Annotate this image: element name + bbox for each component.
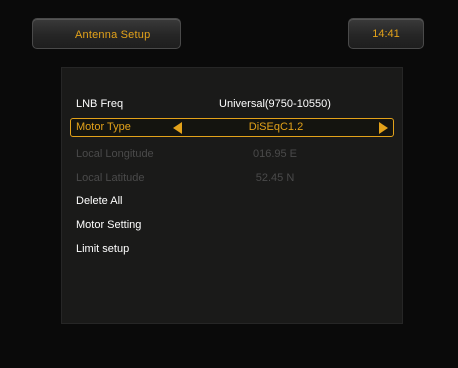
menu-row-motor-setting[interactable]: Motor Setting	[62, 216, 402, 236]
page-title: Antenna Setup	[75, 29, 151, 41]
menu-row-limit-setup[interactable]: Limit setup	[62, 240, 402, 260]
menu-row-motor-type[interactable]: Motor Type DiSEqC1.2	[70, 118, 394, 137]
arrow-right-icon[interactable]	[379, 122, 388, 134]
limit-setup-label: Limit setup	[76, 243, 130, 255]
menu-row-local-latitude: Local Latitude 52.45 N	[62, 169, 402, 189]
arrow-left-icon[interactable]	[173, 122, 182, 134]
tv-osd-screen: Antenna Setup 14:41 LNB Freq Universal(9…	[0, 0, 458, 368]
local-longitude-label: Local Longitude	[76, 148, 154, 160]
clock-box: 14:41	[348, 18, 424, 49]
local-longitude-value: 016.95 E	[252, 148, 298, 160]
delete-all-label: Delete All	[76, 195, 123, 207]
motor-setting-label: Motor Setting	[76, 219, 142, 231]
lnb-freq-label: LNB Freq	[76, 98, 124, 110]
menu-row-local-longitude: Local Longitude 016.95 E	[62, 145, 402, 165]
clock-time: 14:41	[372, 28, 400, 40]
motor-type-label: Motor Type	[76, 121, 131, 133]
settings-panel: LNB Freq Universal(9750-10550) Motor Typ…	[61, 67, 403, 324]
local-latitude-value: 52.45 N	[255, 172, 295, 184]
menu-row-delete-all[interactable]: Delete All	[62, 192, 402, 212]
lnb-freq-value: Universal(9750-10550)	[219, 98, 331, 110]
local-latitude-label: Local Latitude	[76, 172, 145, 184]
motor-type-value: DiSEqC1.2	[248, 121, 304, 133]
title-bar: Antenna Setup	[32, 18, 181, 49]
menu-row-lnb-freq[interactable]: LNB Freq Universal(9750-10550)	[62, 95, 402, 115]
